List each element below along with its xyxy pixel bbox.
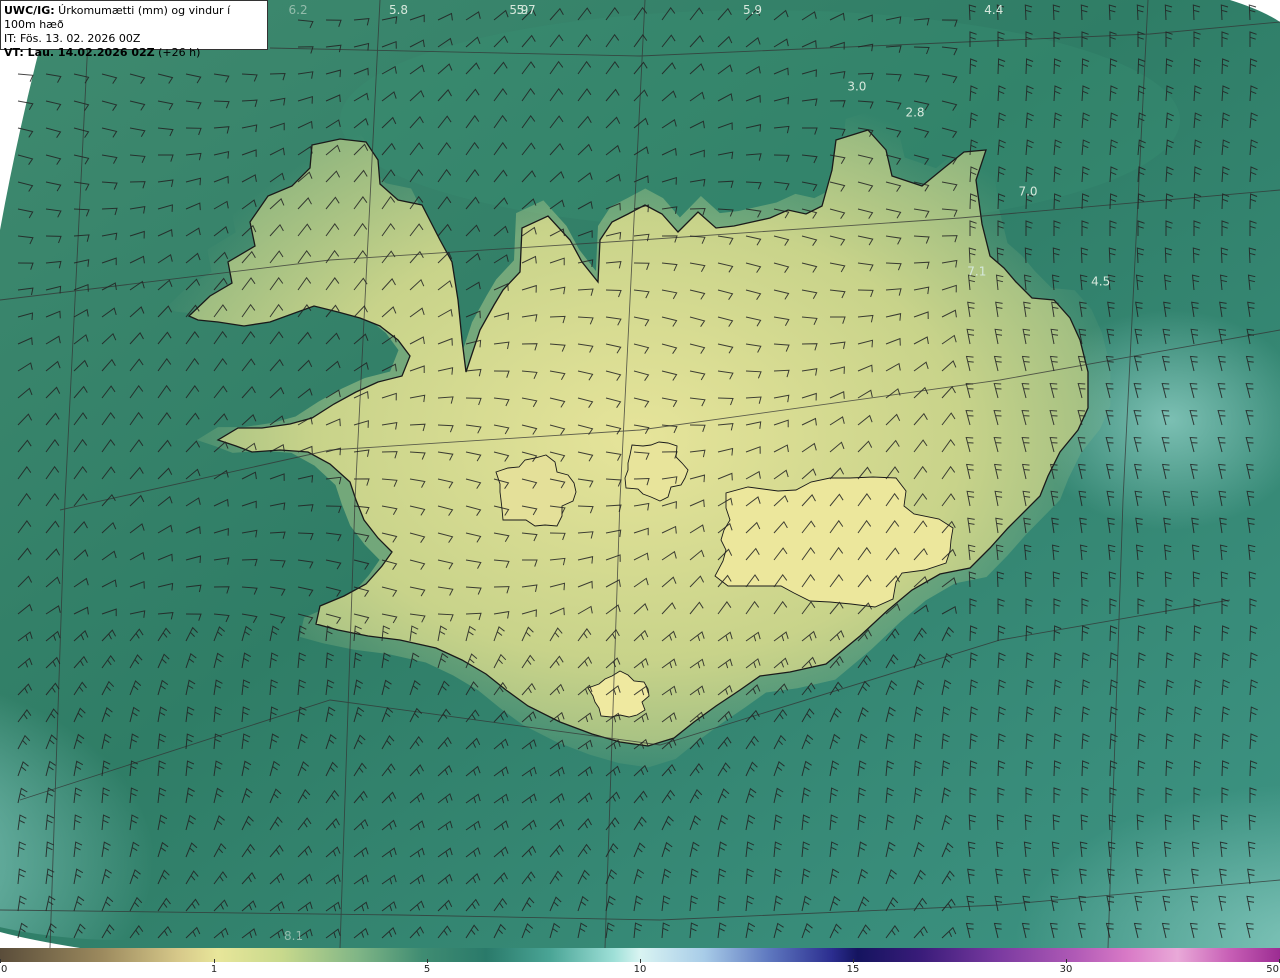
- map-value-label: 5.9: [743, 3, 762, 17]
- valid-time: VT: Lau. 14.02.2026 02Z: [4, 46, 155, 59]
- wind-barb-icon: [17, 73, 34, 82]
- map-value-label: 5.9: [509, 3, 528, 17]
- colorbar-tick-mark: [427, 959, 428, 963]
- colorbar-tick-label: 50: [1266, 964, 1279, 975]
- map-value-label: 7.1: [967, 264, 986, 278]
- colorbar-tick-mark: [640, 959, 641, 963]
- colorbar-tick-mark: [852, 959, 854, 963]
- map-value-label: 7.0: [1018, 185, 1037, 199]
- map-value-label: 2.8: [905, 106, 924, 120]
- map-value-label: 3.0: [847, 80, 866, 94]
- map-value-label: 5.8: [389, 3, 408, 17]
- map-canvas: 4.45.76.2 5.8 5.95.93.02.87.07.14.58.1: [0, 0, 1280, 948]
- map-value-label: 8.1: [284, 929, 303, 943]
- map-value-label: 4.5: [1091, 274, 1110, 288]
- colorbar-tick-mark: [0, 959, 1, 963]
- colorbar-tick-label: 10: [633, 964, 647, 975]
- product-label: UWC/IG:: [4, 4, 55, 17]
- map-value-label: 6.2: [289, 3, 308, 17]
- colorbar-legend: 0 1 5 10 15 30 50: [0, 948, 1280, 978]
- colorbar-tick-mark: [214, 959, 216, 963]
- lead-time: (+26 h): [154, 46, 201, 59]
- map-value-label: 4.4: [984, 3, 1003, 17]
- valid-time-line: VT: Lau. 14.02.2026 02Z (+26 h): [4, 46, 264, 60]
- title-line: UWC/IG: Úrkomumætti (mm) og vindur í 100…: [4, 4, 264, 32]
- colorbar-tick-label: 1: [210, 964, 218, 975]
- title-box: UWC/IG: Úrkomumætti (mm) og vindur í 100…: [0, 0, 268, 59]
- colorbar-tick-label: 30: [1059, 964, 1073, 975]
- colorbar-tick-label: 5: [423, 964, 431, 975]
- colorbar-tick-label: 15: [846, 964, 860, 975]
- colorbar-tick-mark: [1065, 959, 1067, 963]
- initial-time: IT: Fös. 13. 02. 2026 00Z: [4, 32, 141, 45]
- forecast-map: 4.4 5.7 6.2 5.8 5.9 5.9 3.0 2.8 7.0 7.1 4.5 8.1 UWC…: [0, 0, 1280, 948]
- colorbar-tick-label: 0: [1, 964, 8, 975]
